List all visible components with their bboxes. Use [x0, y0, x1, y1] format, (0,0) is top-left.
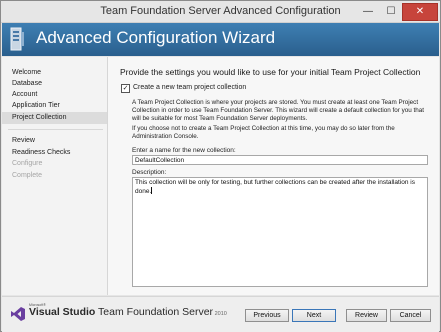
collection-later-note: If you choose not to create a Team Proje… [132, 125, 395, 140]
brand-visual-studio: Visual Studio [29, 306, 96, 318]
sidebar-item-review[interactable]: Review [2, 135, 107, 147]
next-button[interactable]: Next [292, 309, 336, 322]
product-brand: Microsoft® Visual Studio Team Foundation… [29, 303, 227, 318]
close-icon[interactable]: ✕ [402, 3, 438, 21]
wizard-steps-nav: Welcome Database Account Application Tie… [2, 57, 108, 295]
visual-studio-logo-icon [11, 307, 25, 321]
collection-name-input[interactable]: DefaultCollection [132, 155, 428, 165]
previous-button[interactable]: Previous [245, 309, 289, 322]
page-heading: Provide the settings you would like to u… [120, 67, 421, 77]
wizard-footer: Microsoft® Visual Studio Team Foundation… [2, 296, 439, 332]
brand-microsoft: Microsoft® [29, 303, 46, 307]
collection-name-label: Enter a name for the new collection: [132, 147, 236, 154]
text-caret [151, 187, 153, 194]
title-bar[interactable]: Team Foundation Server Advanced Configur… [1, 1, 440, 23]
review-button[interactable]: Review [346, 309, 387, 322]
main-panel: Provide the settings you would like to u… [108, 57, 439, 295]
minimize-icon[interactable]: — [356, 3, 380, 21]
sidebar-item-complete: Complete [12, 172, 42, 179]
wizard-header: Advanced Configuration Wizard [2, 23, 439, 56]
maximize-icon[interactable]: ☐ [379, 3, 403, 21]
tfs-server-icon [10, 27, 24, 51]
description-text: This collection will be only for testing… [135, 179, 416, 195]
description-label: Description: [132, 169, 167, 176]
create-collection-label[interactable]: Create a new team project collection [133, 84, 246, 91]
wizard-window: Team Foundation Server Advanced Configur… [0, 0, 441, 332]
create-collection-checkbox[interactable]: ✓ [121, 84, 130, 93]
wizard-title: Advanced Configuration Wizard [36, 28, 276, 47]
sidebar-item-application-tier[interactable]: Application Tier [2, 100, 107, 112]
sidebar-divider [8, 129, 103, 130]
cancel-button[interactable]: Cancel [390, 309, 431, 322]
collection-description-text: A Team Project Collection is where your … [132, 99, 425, 122]
brand-product: Team Foundation Server [95, 306, 214, 318]
brand-year: 2010 [213, 311, 227, 317]
description-textarea[interactable]: This collection will be only for testing… [132, 177, 428, 287]
sidebar-item-configure: Configure [12, 160, 43, 167]
sidebar-item-project-collection[interactable]: Project Collection [2, 112, 107, 124]
